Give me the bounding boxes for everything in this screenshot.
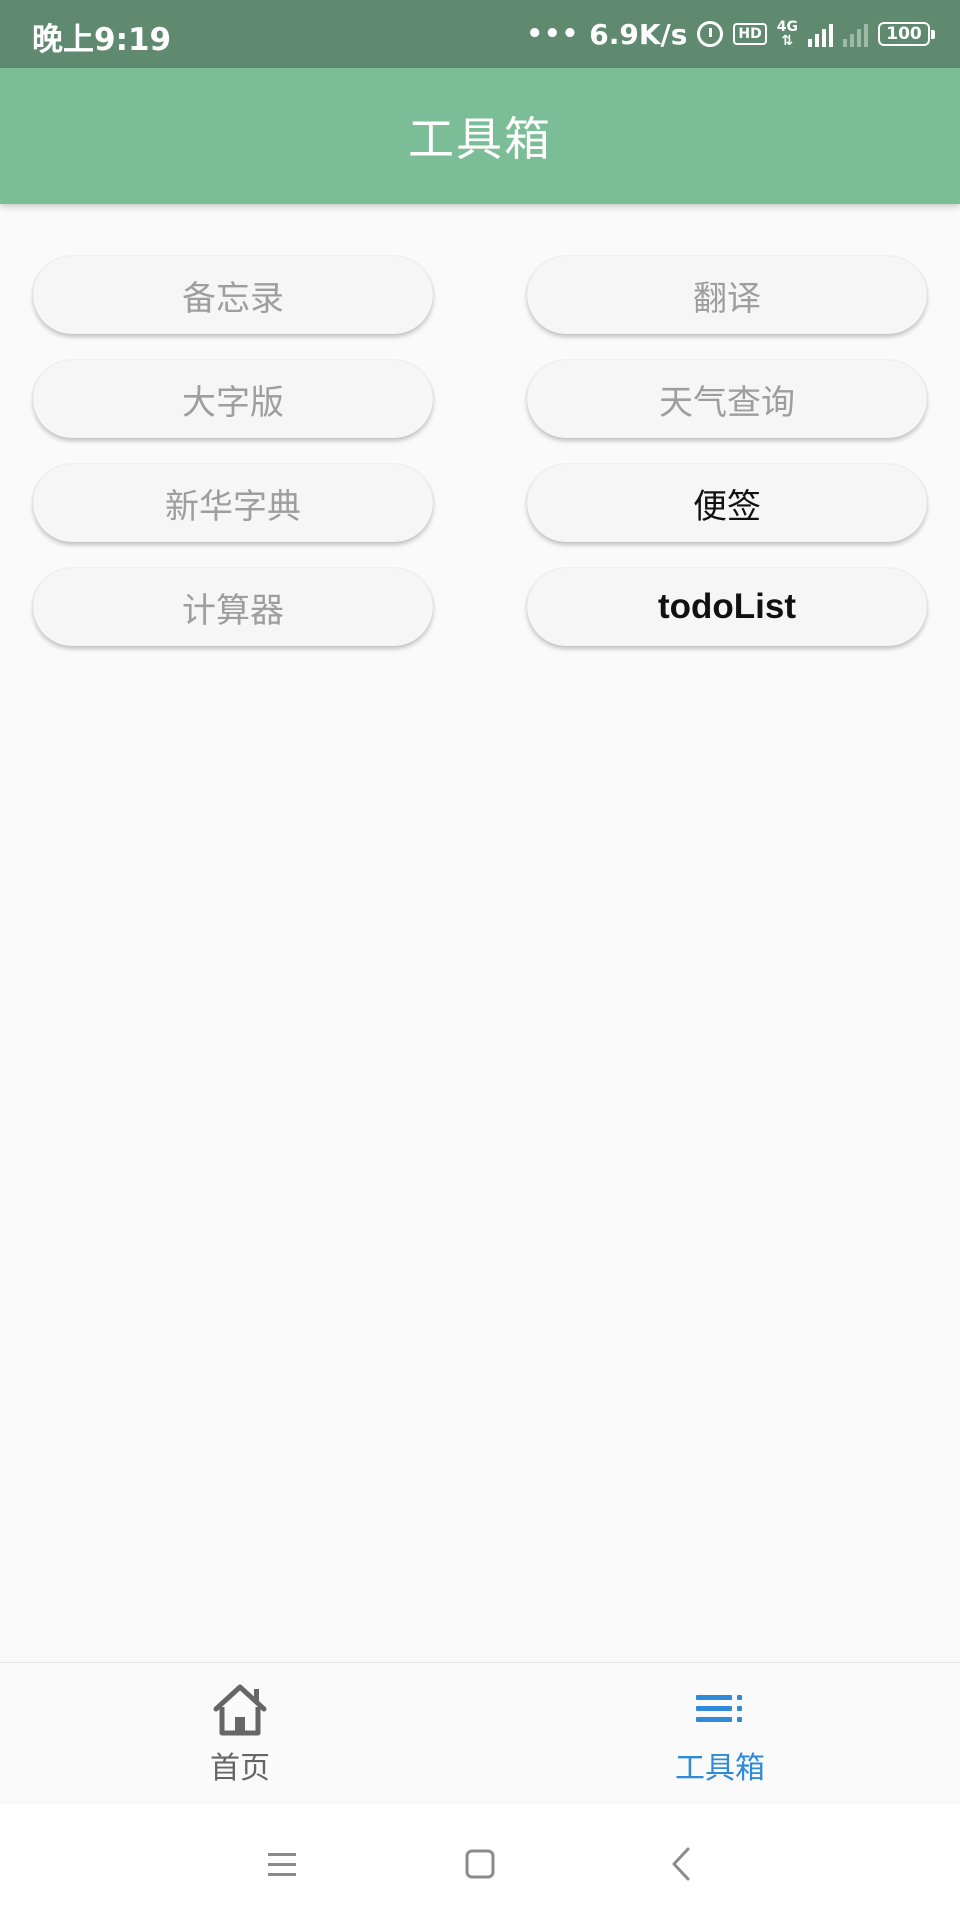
signal-empty-icon	[843, 21, 868, 47]
list-icon	[696, 1695, 742, 1722]
system-nav-bar	[0, 1804, 960, 1920]
alarm-icon	[697, 21, 724, 47]
home-icon	[213, 1684, 267, 1736]
calculator-button[interactable]: 计算器	[33, 568, 433, 646]
weather-button[interactable]: 天气查询	[527, 360, 927, 438]
nav-label-home: 首页	[210, 1751, 270, 1786]
battery-level: 100	[886, 24, 922, 44]
signal-strength-icon	[808, 21, 833, 47]
dictionary-button[interactable]: 新华字典	[33, 464, 433, 542]
translate-button[interactable]: 翻译	[527, 256, 927, 334]
menu-icon[interactable]	[260, 1842, 304, 1886]
status-time: 晚上9:19	[32, 22, 172, 58]
page-title: 工具箱	[408, 112, 552, 166]
back-icon[interactable]	[660, 1842, 704, 1886]
tools-grid: 备忘录 翻译 大字版 天气查询 新华字典 便签 计算器 todoList	[33, 256, 927, 646]
status-bar: 晚上9:19 ••• 6.9K/s HD 4G ⇅ 100	[0, 0, 960, 68]
home-square-icon[interactable]	[458, 1842, 502, 1886]
net-speed: 6.9K/s	[589, 17, 688, 51]
data-arrows-icon: ⇅	[781, 33, 794, 49]
bottom-nav: 首页 工具箱	[0, 1662, 960, 1805]
todo-list-button[interactable]: todoList	[527, 568, 927, 646]
sticky-note-button[interactable]: 便签	[527, 464, 927, 542]
battery-icon: 100	[878, 22, 935, 46]
hd-badge: HD	[733, 23, 767, 45]
network-type-badge: 4G ⇅	[777, 20, 798, 48]
app-bar: 工具箱	[0, 68, 960, 204]
large-font-button[interactable]: 大字版	[33, 360, 433, 438]
nav-item-home[interactable]: 首页	[0, 1663, 480, 1805]
network-type-label: 4G	[776, 19, 798, 35]
status-icons: ••• 6.9K/s HD 4G ⇅ 100	[526, 14, 935, 54]
nav-label-tools: 工具箱	[675, 1751, 765, 1786]
memo-button[interactable]: 备忘录	[33, 256, 433, 334]
nav-item-tools[interactable]: 工具箱	[480, 1663, 960, 1805]
more-dots-icon: •••	[526, 19, 580, 49]
